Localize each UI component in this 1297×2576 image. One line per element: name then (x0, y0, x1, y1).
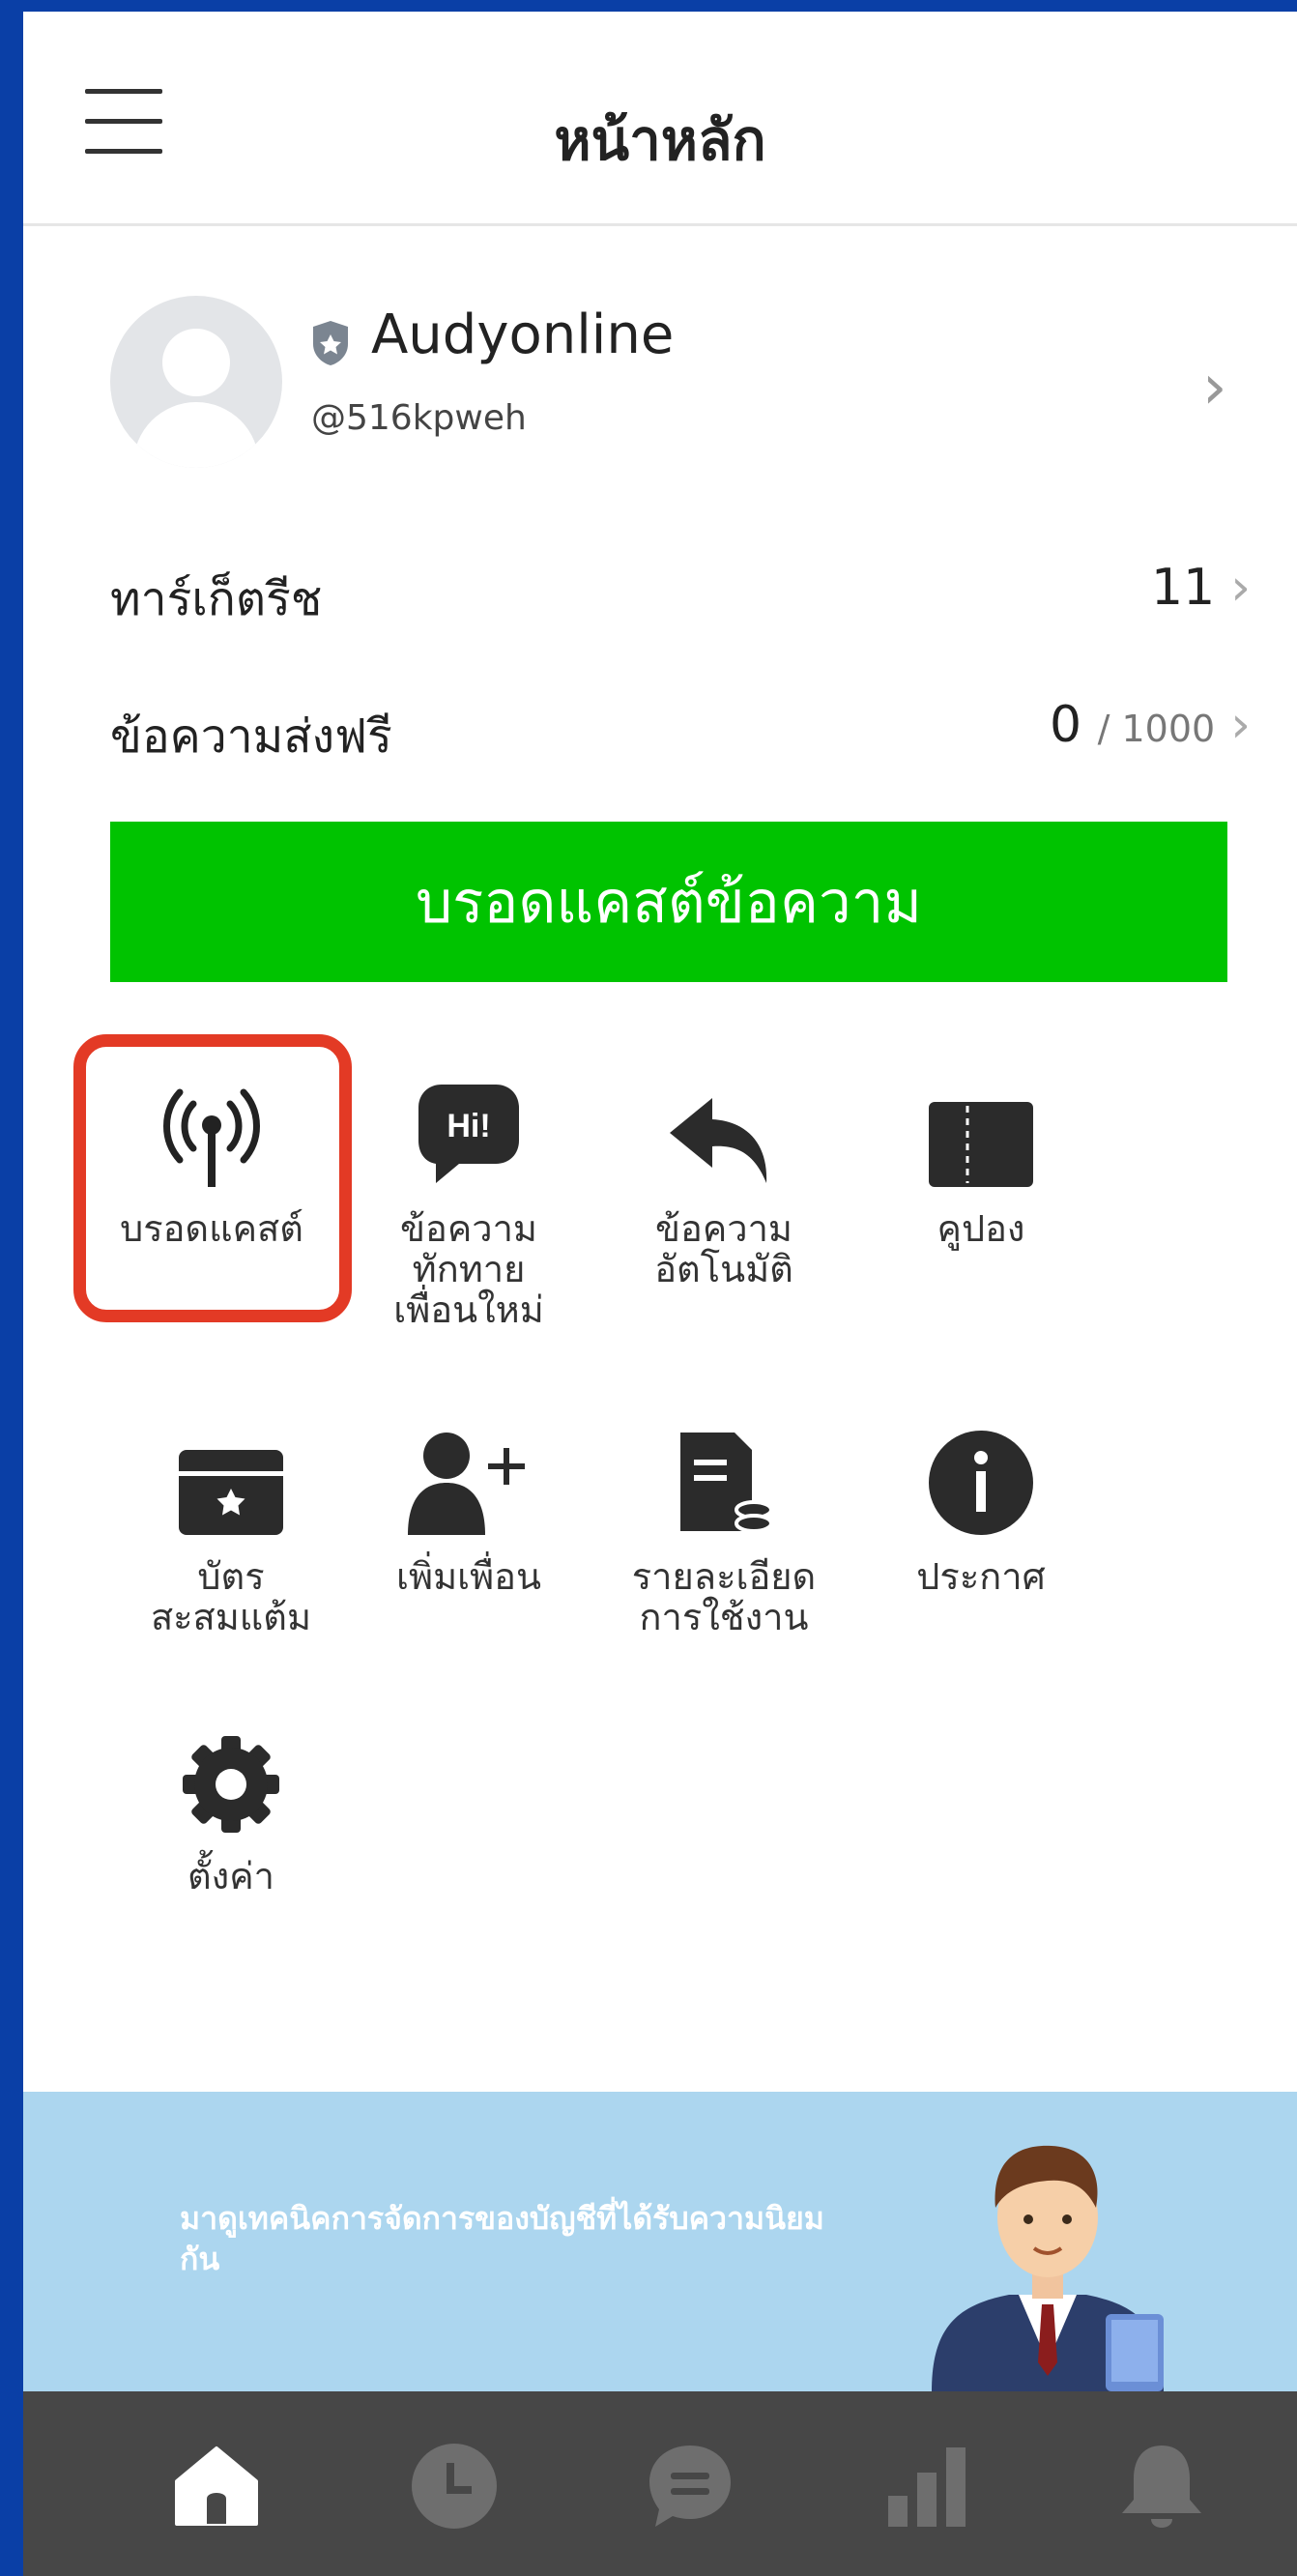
add-friend-icon (408, 1433, 525, 1535)
hi-bubble-icon: Hi! (418, 1085, 519, 1183)
usage-details-icon (680, 1433, 773, 1533)
feature-coupon[interactable]: คูปอง (860, 1075, 1102, 1249)
bottom-navigation (23, 2391, 1297, 2576)
account-name: Audyonline (371, 304, 675, 366)
feature-label: เพิ่มเพื่อน (396, 1555, 541, 1598)
free-messages-row[interactable]: ข้อความส่งฟรี 0 / 1000 › (110, 690, 1251, 777)
info-icon (929, 1431, 1033, 1535)
chevron-right-icon: › (1202, 352, 1227, 423)
account-profile[interactable]: Audyonline @516kpweh › (110, 284, 1251, 468)
target-reach-value: 11 (1151, 559, 1216, 617)
account-id: @516kpweh (311, 398, 527, 438)
svg-text:Hi!: Hi! (447, 1108, 490, 1144)
stats-icon (888, 2447, 966, 2527)
nav-notifications[interactable] (1113, 2438, 1210, 2534)
free-messages-total: / 1000 (1097, 708, 1216, 750)
feature-label: ประกาศ (916, 1555, 1046, 1598)
feature-label: รายละเอียด การใช้งาน (631, 1555, 817, 1638)
feature-label: คูปอง (937, 1207, 1025, 1250)
feature-auto-reply[interactable]: ข้อความ อัตโนมัติ (603, 1075, 845, 1289)
feature-label: ข้อความ ทักทาย เพื่อนใหม่ (393, 1207, 544, 1331)
app-screen: หน้าหลัก Audyonline @516kpweh › ทาร์เก็ต… (23, 12, 1297, 2576)
chevron-right-icon: › (1230, 559, 1251, 617)
top-bar: หน้าหลัก (23, 12, 1297, 226)
reply-arrow-icon (670, 1098, 767, 1183)
feature-label: ข้อความ อัตโนมัติ (654, 1207, 793, 1290)
feature-add-friend[interactable]: เพิ่มเพื่อน (348, 1423, 590, 1597)
highlight-box (73, 1034, 352, 1322)
banner-text: มาดูเทคนิคการจัดการของบัญชีที่ได้รับความ… (180, 2200, 824, 2277)
bell-icon (1122, 2446, 1201, 2528)
clock-icon (412, 2444, 497, 2529)
shield-icon (313, 321, 348, 365)
target-reach-label: ทาร์เก็ตรีช (110, 572, 323, 626)
nav-insights[interactable] (879, 2438, 975, 2534)
feature-settings[interactable]: ตั้งค่า (110, 1722, 352, 1896)
chevron-right-icon: › (1230, 696, 1251, 754)
point-card-icon (179, 1450, 283, 1535)
avatar (110, 296, 282, 468)
feature-announcement[interactable]: ประกาศ (860, 1423, 1102, 1597)
nav-chat[interactable] (642, 2438, 738, 2534)
gear-icon (183, 1736, 279, 1833)
feature-label: ตั้งค่า (187, 1855, 274, 1897)
feature-point-card[interactable]: บัตร สะสมแต้ม (110, 1423, 352, 1637)
feature-greeting-message[interactable]: Hi! ข้อความ ทักทาย เพื่อนใหม่ (348, 1075, 590, 1330)
coupon-icon (929, 1102, 1033, 1187)
page-title: หน้าหลัก (554, 107, 766, 173)
businessman-illustration (932, 2145, 1164, 2391)
nav-history[interactable] (406, 2438, 503, 2534)
promo-banner[interactable]: มาดูเทคนิคการจัดการของบัญชีที่ได้รับความ… (23, 2092, 1297, 2391)
target-reach-row[interactable]: ทาร์เก็ตรีช 11 › (110, 553, 1251, 640)
feature-usage-details[interactable]: รายละเอียด การใช้งาน (603, 1423, 845, 1637)
chat-icon (649, 2446, 731, 2527)
nav-home[interactable] (168, 2438, 265, 2534)
broadcast-message-button[interactable]: บรอดแคสต์ข้อความ (110, 822, 1227, 982)
free-messages-value: 0 (1049, 696, 1082, 754)
free-messages-label: ข้อความส่งฟรี (110, 709, 392, 764)
feature-label: บัตร สะสมแต้ม (150, 1555, 312, 1638)
home-icon (175, 2446, 258, 2526)
